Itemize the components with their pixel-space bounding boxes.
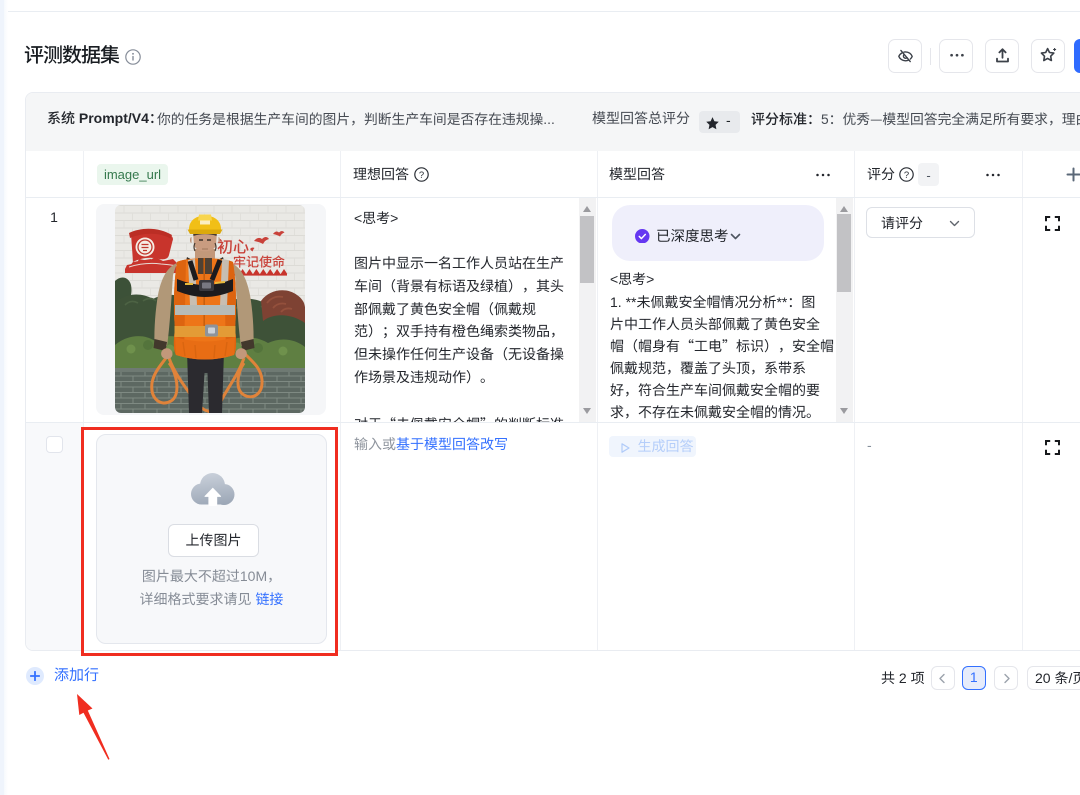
svg-text:牢记使命: 牢记使命 [233,252,285,271]
svg-text:?: ? [419,170,424,181]
svg-text:?: ? [904,170,909,181]
